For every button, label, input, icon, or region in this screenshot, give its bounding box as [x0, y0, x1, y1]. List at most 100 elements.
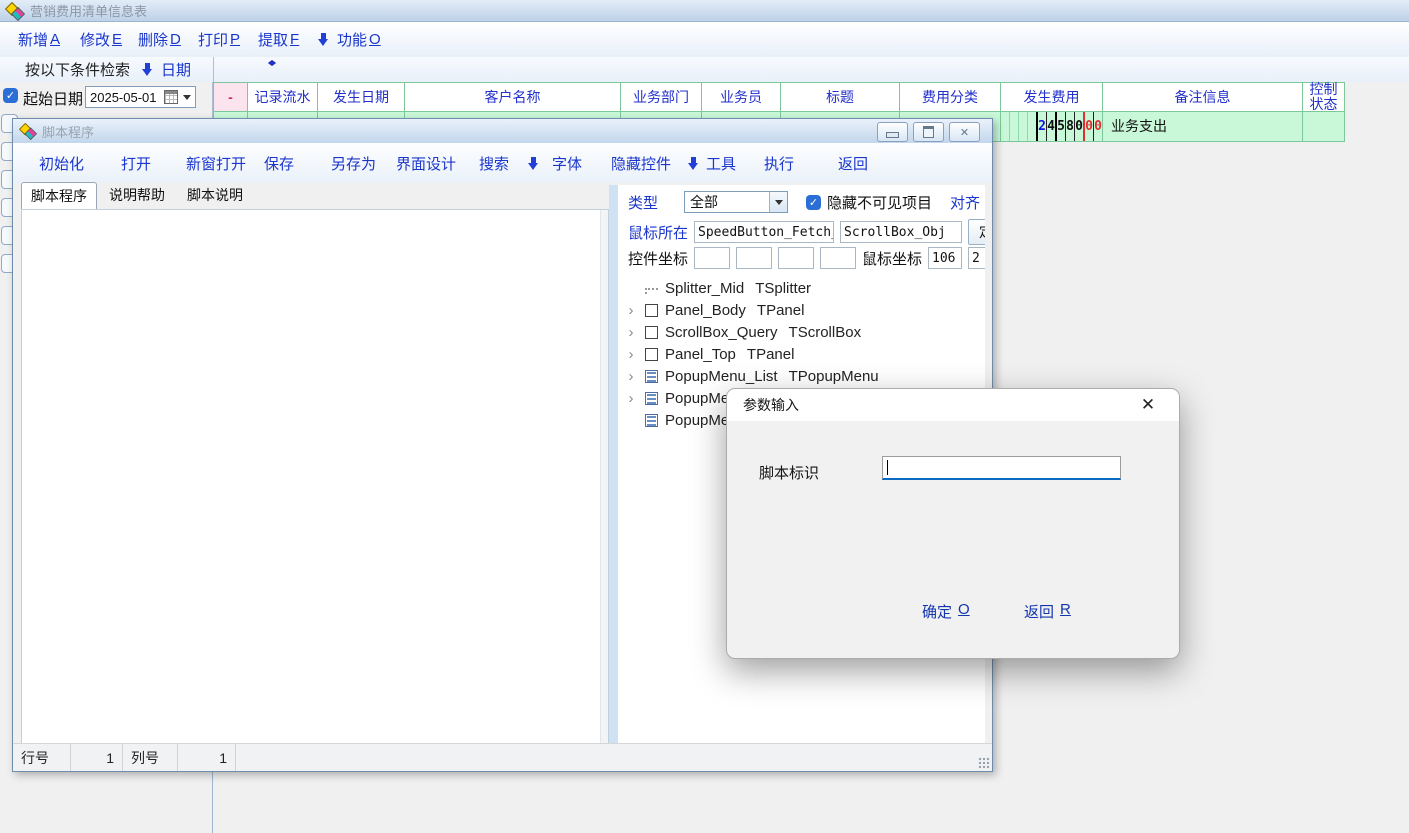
locate-button[interactable]: 定位G [968, 219, 985, 245]
dialog-cancel-button[interactable]: 返回R [1024, 601, 1071, 622]
query-checkbox-strip [0, 110, 12, 290]
mouse-on-label: 鼠标所在 [628, 222, 688, 243]
menu-add-button[interactable]: 新增A [18, 22, 60, 57]
toolbar-search-button[interactable]: 搜索 [479, 143, 509, 183]
script-editor[interactable] [21, 209, 609, 744]
dialog-close-button[interactable] [1133, 393, 1163, 417]
popup-menu-icon [645, 414, 658, 427]
tree-item-panel-top[interactable]: › Panel_Top TPanel [624, 343, 981, 365]
minimize-button[interactable] [877, 122, 908, 142]
chevron-right-icon[interactable]: › [624, 302, 638, 319]
menu-delete-button[interactable]: 删除D [138, 22, 181, 57]
dialog-ok-button[interactable]: 确定O [922, 601, 970, 622]
column-header-date[interactable]: 发生日期 [318, 82, 405, 112]
script-id-input[interactable] [883, 457, 1120, 478]
column-header-note[interactable]: 备注信息 [1103, 82, 1303, 112]
menu-function-button[interactable]: 功能O [318, 22, 381, 57]
calendar-icon[interactable] [164, 90, 178, 104]
inspector-coords-row: 控件坐标 鼠标坐标 106 2 [628, 247, 985, 269]
column-header-salesman[interactable]: 业务员 [702, 82, 781, 112]
toolbar-init-button[interactable]: 初始化 [39, 143, 84, 183]
restore-icon [923, 126, 934, 138]
tab-help[interactable]: 说明帮助 [99, 181, 175, 209]
tree-item-splitter-mid[interactable]: Splitter_Mid TSplitter [624, 277, 981, 299]
chevron-right-icon[interactable]: › [624, 324, 638, 341]
mouse-x-field[interactable]: 106 [928, 247, 962, 269]
swap-columns-icon[interactable] [272, 62, 290, 76]
toolbar-save-as-button[interactable]: 另存为 [331, 143, 376, 183]
toolbar-tools-dropdown[interactable] [688, 143, 699, 183]
resize-grip[interactable] [978, 757, 990, 769]
app-icon [6, 3, 24, 19]
column-header-department[interactable]: 业务部门 [621, 82, 702, 112]
menu-edit-button[interactable]: 修改E [80, 22, 122, 57]
cell-fee-amount[interactable]: 2 4 5 8 0 0 0 [1001, 112, 1103, 142]
hide-invisible-checkbox[interactable] [806, 195, 821, 210]
start-date-value: 2025-05-01 [90, 90, 161, 105]
panel-icon [645, 348, 658, 361]
column-header-record-no[interactable]: 记录流水 [248, 82, 318, 112]
toolbar-ui-design-button[interactable]: 界面设计 [396, 143, 456, 183]
dialog-titlebar[interactable]: 参数输入 [727, 389, 1179, 421]
search-condition-label[interactable]: 按以下条件检索 [25, 57, 130, 82]
toolbar-hide-controls-button[interactable]: 隐藏控件 [611, 143, 671, 183]
script-id-label: 脚本标识 [759, 462, 819, 483]
toolbar-return-button[interactable]: 返回 [838, 143, 868, 183]
toolbar-save-button[interactable]: 保存 [264, 143, 294, 183]
toolbar-search-dropdown[interactable] [528, 143, 539, 183]
cell-status[interactable] [1303, 112, 1345, 142]
toolbar-run-button[interactable]: 执行 [764, 143, 794, 183]
chevron-right-icon[interactable]: › [624, 346, 638, 363]
date-dropdown-arrow-icon[interactable] [183, 95, 191, 104]
column-header-select[interactable]: - [213, 82, 248, 112]
chevron-right-icon[interactable]: › [624, 390, 638, 407]
close-button[interactable] [949, 122, 980, 142]
query-panel-border [212, 772, 213, 833]
column-header-fee-category[interactable]: 费用分类 [900, 82, 1001, 112]
toolbar-tools-button[interactable]: 工具 [706, 143, 736, 183]
editor-scrollbar[interactable] [600, 210, 608, 743]
tree-item-panel-body[interactable]: › Panel_Body TPanel [624, 299, 981, 321]
control-coord-y2-field[interactable] [820, 247, 856, 269]
main-window-title: 营销费用清单信息表 [30, 1, 147, 20]
select-arrow-icon[interactable] [769, 192, 787, 212]
mouse-on-parent-field[interactable]: ScrollBox_Obj [840, 221, 962, 243]
date-dropdown-button[interactable]: 日期 [142, 57, 191, 82]
splitter[interactable] [609, 185, 618, 744]
inspector-mouse-on-row: 鼠标所在 SpeedButton_Fetch_I ScrollBox_Obj 定… [628, 219, 985, 245]
type-label: 类型 [628, 192, 658, 213]
cell-note[interactable]: 业务支出 [1103, 112, 1303, 142]
column-header-title[interactable]: 标题 [781, 82, 900, 112]
tree-item-scrollbox-query[interactable]: › ScrollBox_Query TScrollBox [624, 321, 981, 343]
type-select[interactable]: 全部 [684, 191, 788, 213]
menu-print-button[interactable]: 打印P [198, 22, 240, 57]
panel-icon [645, 304, 658, 317]
start-date-picker[interactable]: 2025-05-01 [85, 86, 196, 108]
menu-fetch-button[interactable]: 提取F [258, 22, 299, 57]
control-coord-x1-field[interactable] [694, 247, 730, 269]
toolbar-font-button[interactable]: 字体 [552, 143, 582, 183]
align-button[interactable]: 对齐 [950, 192, 980, 213]
tree-item-popupmenu-list[interactable]: › PopupMenu_List TPopupMenu [624, 365, 981, 387]
control-coord-y1-field[interactable] [736, 247, 772, 269]
script-window-titlebar[interactable]: 脚本程序 [13, 119, 992, 143]
column-header-fee-amount[interactable]: 发生费用 [1001, 82, 1103, 112]
script-tabs: 脚本程序 说明帮助 脚本说明 [21, 185, 253, 209]
main-window-titlebar[interactable]: 营销费用清单信息表 [0, 0, 1409, 22]
dropdown-arrow-icon [318, 33, 329, 46]
control-coord-label: 控件坐标 [628, 248, 688, 269]
control-coord-x2-field[interactable] [778, 247, 814, 269]
mouse-y-field[interactable]: 2 [968, 247, 985, 269]
column-header-customer[interactable]: 客户名称 [405, 82, 621, 112]
chevron-right-icon[interactable]: › [624, 368, 638, 385]
window-controls [877, 122, 980, 142]
mouse-on-control-field[interactable]: SpeedButton_Fetch_I [694, 221, 834, 243]
tab-script[interactable]: 脚本程序 [21, 182, 97, 210]
column-header-status[interactable]: 控制状态 [1303, 82, 1345, 112]
tab-script-desc[interactable]: 脚本说明 [177, 181, 253, 209]
toolbar-open-button[interactable]: 打开 [121, 143, 151, 183]
start-date-checkbox[interactable] [3, 88, 18, 103]
toolbar-open-new-button[interactable]: 新窗打开 [186, 143, 246, 183]
dropdown-arrow-icon [142, 63, 153, 76]
restore-button[interactable] [913, 122, 944, 142]
